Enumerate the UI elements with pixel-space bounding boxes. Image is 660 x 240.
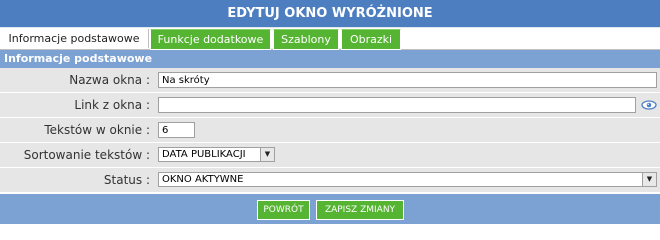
back-button[interactable]: POWRÓT [257,200,310,220]
row-nazwa-okna: Nazwa okna : Na skróty [0,68,660,93]
nazwa-okna-label: Nazwa okna : [69,73,150,87]
status-label: Status : [103,173,150,187]
chevron-down-icon: ▼ [260,148,274,161]
preview-eye-icon[interactable] [641,99,657,111]
status-selected-value: OKNO AKTYWNE [162,174,244,185]
tab-funkcje-dodatkowe[interactable]: Funkcje dodatkowe [150,29,271,50]
tab-bar: Informacje podstawowe Funkcje dodatkowe … [0,28,660,50]
row-tekstow-w-oknie: Tekstów w oknie : 6 [0,118,660,143]
save-button[interactable]: ZAPISZ ZMIANY [316,200,404,220]
chevron-down-icon: ▼ [642,173,656,186]
row-status: Status : OKNO AKTYWNE ▼ [0,168,660,193]
tab-szablony[interactable]: Szablony [273,29,339,50]
nazwa-okna-input[interactable]: Na skróty [158,72,657,88]
action-bar: POWRÓT ZAPISZ ZMIANY [0,193,660,224]
link-z-okna-label: Link z okna : [74,98,150,112]
link-z-okna-input[interactable] [158,97,636,113]
sortowanie-label: Sortowanie tekstów : [23,148,150,162]
tab-obrazki[interactable]: Obrazki [341,29,401,50]
row-link-z-okna: Link z okna : [0,93,660,118]
status-select[interactable]: OKNO AKTYWNE ▼ [158,172,657,187]
tekstow-w-oknie-input[interactable]: 6 [158,122,195,138]
row-sortowanie: Sortowanie tekstów : DATA PUBLIKACJI ▼ [0,143,660,168]
page-title: EDYTUJ OKNO WYRÓŻNIONE [0,0,660,28]
tab-informacje-podstawowe[interactable]: Informacje podstawowe [0,29,149,48]
sortowanie-select[interactable]: DATA PUBLIKACJI ▼ [158,147,275,162]
section-title: Informacje podstawowe [0,50,660,68]
tekstow-w-oknie-label: Tekstów w oknie : [44,123,150,137]
sortowanie-selected-value: DATA PUBLIKACJI [162,149,246,160]
